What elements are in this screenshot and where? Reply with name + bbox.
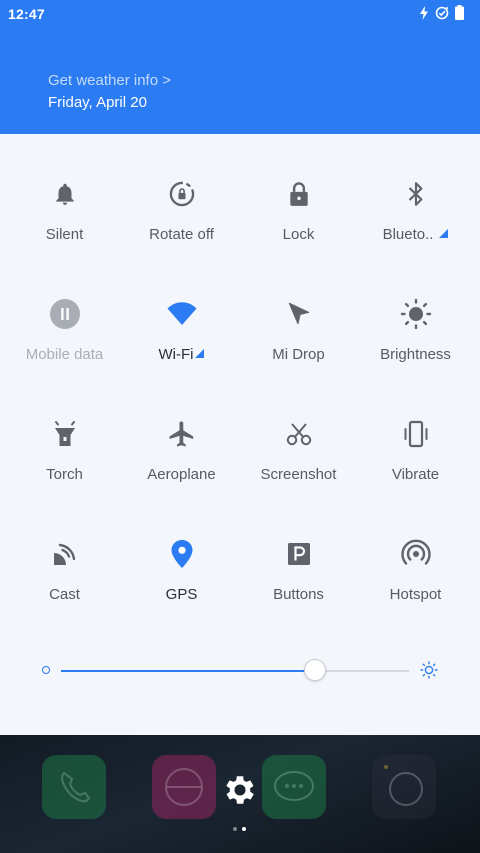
toggle-rotate[interactable]: Rotate off — [123, 178, 240, 288]
home-screen-dock — [0, 735, 480, 853]
expand-caret-icon — [439, 229, 449, 238]
tile-label: Cast — [49, 586, 80, 603]
bluetooth-icon — [400, 178, 432, 210]
camera-icon — [384, 765, 423, 806]
lock-icon — [283, 178, 315, 210]
tile-label: Vibrate — [391, 466, 440, 483]
charging-bolt-icon — [420, 5, 428, 20]
toggle-vibrate[interactable]: Vibrate — [357, 418, 474, 528]
browser-icon — [165, 768, 203, 806]
tile-label: Silent — [45, 226, 84, 243]
expand-caret-icon — [195, 349, 205, 358]
brightness-track[interactable] — [61, 670, 409, 672]
hotspot-icon — [400, 538, 432, 570]
torch-icon — [49, 418, 81, 450]
tile-label: Buttons — [273, 586, 324, 603]
brightness-high-icon — [420, 661, 438, 679]
brightness-low-icon — [42, 666, 50, 674]
aeroplane-icon — [166, 418, 198, 450]
status-time: 12:47 — [8, 6, 45, 22]
toggle-bluetooth[interactable]: Blueto.. — [357, 178, 474, 288]
buttons-p-icon — [283, 538, 315, 570]
page-dot-active — [242, 827, 246, 831]
toggle-brightness[interactable]: Brightness — [357, 298, 474, 408]
messaging-app[interactable] — [262, 755, 326, 819]
vibrate-icon — [400, 418, 432, 450]
page-dot — [233, 827, 237, 831]
tile-label: Blueto.. — [357, 226, 474, 243]
tile-label-text: Wi-Fi — [158, 346, 194, 363]
date-label: Friday, April 20 — [48, 94, 147, 111]
toggle-silent[interactable]: Silent — [6, 178, 123, 288]
toggle-aeroplane[interactable]: Aeroplane — [123, 418, 240, 528]
phone-app[interactable] — [42, 755, 106, 819]
cast-icon — [49, 538, 81, 570]
toggle-torch[interactable]: Torch — [6, 418, 123, 528]
tile-label: Mobile data — [25, 346, 104, 363]
tile-label: Lock — [282, 226, 315, 243]
battery-icon — [455, 5, 464, 20]
brightness-slider[interactable] — [0, 654, 480, 684]
toggle-wifi[interactable]: Wi-Fi — [123, 298, 240, 408]
tile-label: Rotate off — [149, 226, 214, 243]
wifi-icon — [166, 298, 198, 330]
tile-label-text: Blueto.. — [382, 226, 434, 243]
tile-label: Screenshot — [260, 466, 337, 483]
tile-label: Wi-Fi — [123, 346, 240, 363]
browser-app[interactable] — [152, 755, 216, 819]
brightness-thumb[interactable] — [304, 659, 327, 681]
tile-label: Mi Drop — [272, 346, 325, 363]
toggle-lock[interactable]: Lock — [240, 178, 357, 288]
toggle-hotspot[interactable]: Hotspot — [357, 538, 474, 648]
brightness-icon — [400, 298, 432, 330]
weather-info-link[interactable]: Get weather info > — [48, 72, 171, 89]
toggle-mi-drop[interactable]: Mi Drop — [240, 298, 357, 408]
tile-label: Hotspot — [389, 586, 442, 603]
notification-header: 12:47 Get weather info > Friday, April 2… — [0, 0, 480, 134]
rotate-lock-icon — [166, 178, 198, 210]
toggle-gps[interactable]: GPS — [123, 538, 240, 648]
tile-label: GPS — [165, 586, 198, 603]
gps-pin-icon — [166, 538, 198, 570]
phone-icon — [61, 771, 91, 803]
mobile-data-icon — [49, 298, 81, 330]
tile-label: Aeroplane — [147, 466, 216, 483]
toggle-buttons[interactable]: Buttons — [240, 538, 357, 648]
bell-icon — [49, 178, 81, 210]
page-indicator — [233, 827, 246, 831]
tile-label: Brightness — [380, 346, 451, 363]
sync-check-icon — [435, 6, 449, 19]
messaging-icon — [274, 771, 314, 801]
status-icons — [419, 5, 464, 20]
quick-settings-panel: Silent Rotate off Lock Blueto.. Mobile d… — [0, 134, 480, 735]
camera-app[interactable] — [372, 755, 436, 819]
mi-drop-icon — [283, 298, 315, 330]
scissors-icon — [283, 418, 315, 450]
settings-gear-icon[interactable] — [221, 771, 259, 809]
brightness-track-fill — [61, 670, 316, 672]
toggle-screenshot[interactable]: Screenshot — [240, 418, 357, 528]
toggle-mobile-data[interactable]: Mobile data — [6, 298, 123, 408]
toggle-cast[interactable]: Cast — [6, 538, 123, 648]
tile-label: Torch — [46, 466, 83, 483]
